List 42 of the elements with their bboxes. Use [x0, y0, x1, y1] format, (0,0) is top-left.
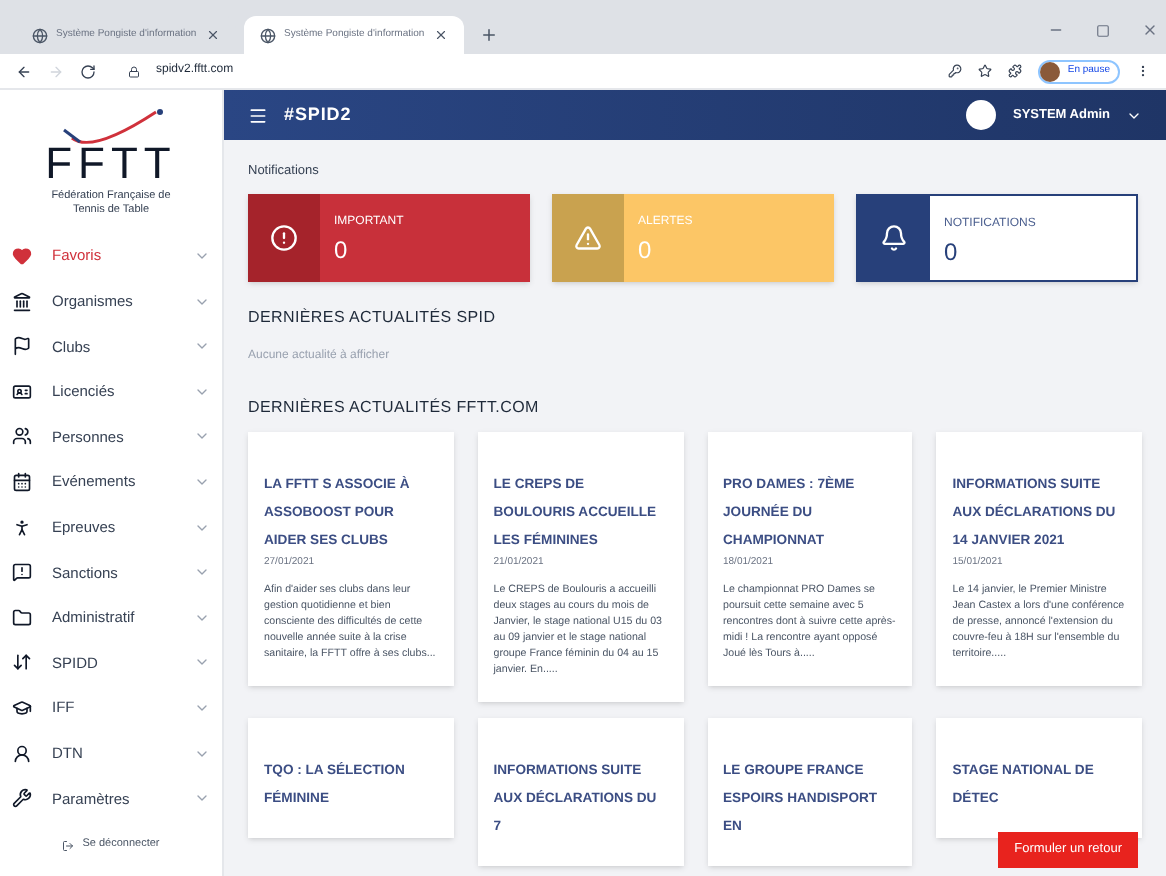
flag-icon: [12, 336, 32, 357]
menu-icon[interactable]: [248, 105, 268, 125]
menu-icon[interactable]: [1136, 64, 1150, 78]
warning-icon: [12, 562, 32, 583]
graduation-cap-icon: [12, 697, 32, 718]
news-card[interactable]: [936, 431, 1142, 687]
card-count: 0: [638, 233, 654, 268]
globe-icon: [32, 27, 48, 43]
puzzle-icon[interactable]: [1007, 64, 1022, 78]
reload-icon[interactable]: [80, 63, 96, 79]
back-icon[interactable]: [16, 63, 32, 79]
news-card[interactable]: [248, 431, 454, 687]
section-heading: DERNIÈRES ACTUALITÉS SPID: [248, 305, 498, 330]
arrows-icon: [12, 652, 32, 673]
section-heading: DERNIÈRES ACTUALITÉS FFTT.COM: [248, 395, 541, 420]
news-card[interactable]: [477, 431, 683, 703]
bank-icon: [12, 291, 32, 312]
person-icon: [12, 517, 32, 538]
user-avatar[interactable]: [966, 100, 997, 130]
logo-text: FFTT: [45, 142, 177, 186]
maximize-icon[interactable]: [1096, 24, 1110, 38]
user-icon: [12, 743, 32, 764]
wrench-icon: [12, 788, 32, 809]
logout-icon: [62, 839, 75, 852]
people-icon: [12, 426, 32, 447]
card-count: 0: [334, 233, 350, 268]
key-icon[interactable]: [947, 64, 962, 78]
avatar-icon: [1039, 61, 1060, 81]
heart-icon: [12, 246, 32, 267]
calendar-icon: [12, 472, 32, 493]
lock-icon: [128, 65, 140, 77]
close-icon[interactable]: [434, 28, 448, 42]
close-icon[interactable]: [206, 28, 220, 42]
star-icon[interactable]: [977, 64, 992, 78]
card-count: 0: [944, 235, 960, 270]
close-icon[interactable]: [1142, 22, 1158, 38]
id-card-icon: [12, 381, 32, 402]
alert-icon: [574, 223, 602, 252]
new-tab-icon[interactable]: [480, 26, 498, 44]
folder-icon: [12, 607, 32, 628]
globe-icon: [260, 27, 276, 43]
app-title: #SPID2: [284, 101, 352, 128]
